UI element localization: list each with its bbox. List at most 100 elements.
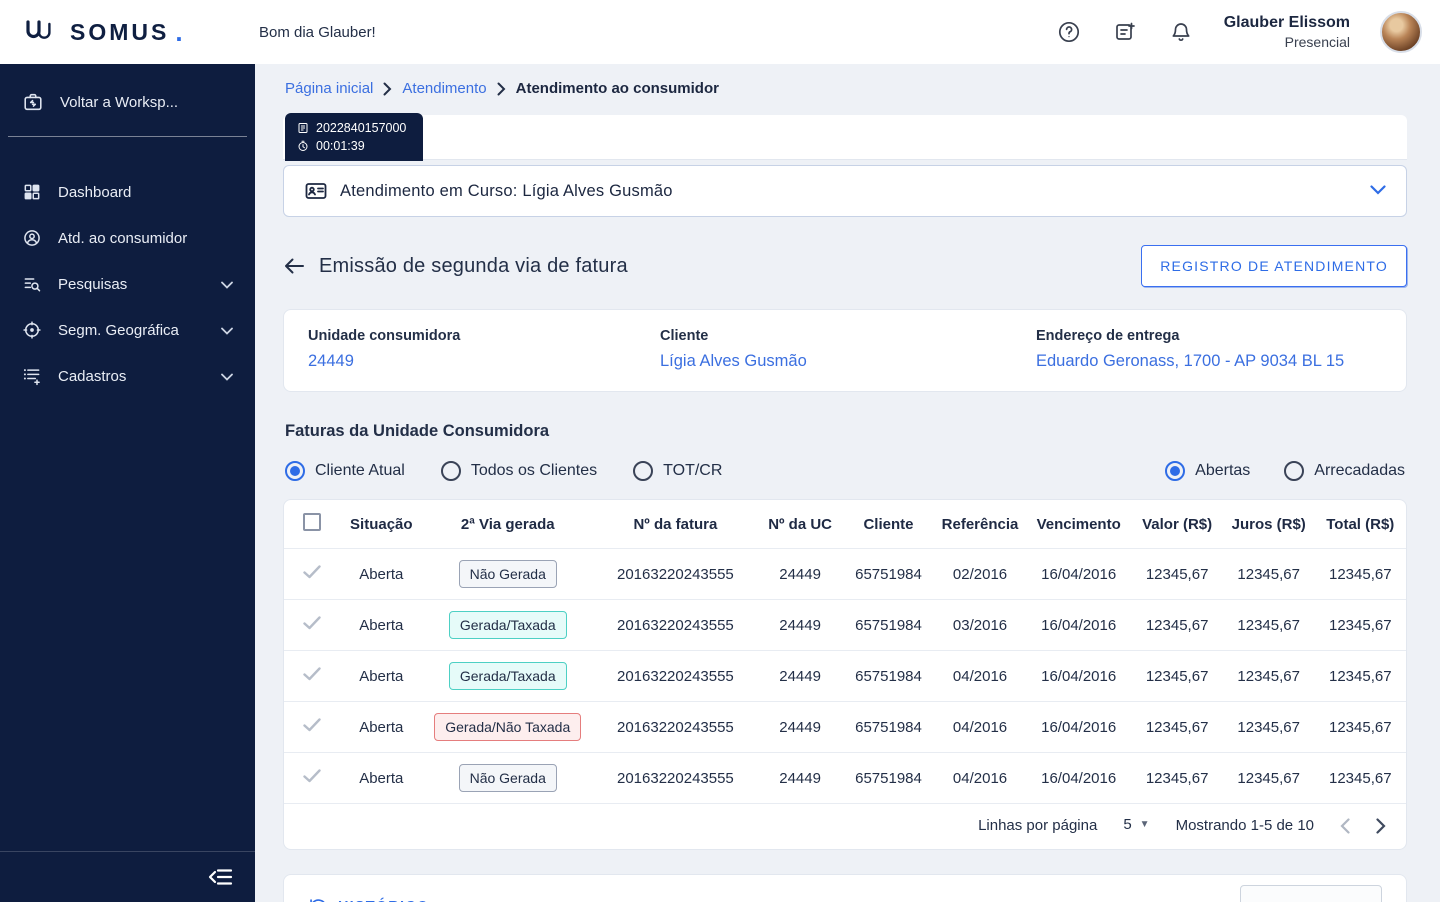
via-badge: Gerada/Taxada: [448, 611, 567, 639]
radio-abertas[interactable]: Abertas: [1165, 461, 1250, 481]
protocol-icon: [298, 123, 308, 134]
radio-cliente-atual[interactable]: Cliente Atual: [285, 461, 405, 481]
breadcrumb-link-pagina-inicial[interactable]: Página inicial: [285, 80, 373, 97]
row-check-icon[interactable]: [303, 718, 321, 732]
invoice-filters: Cliente Atual Todos os Clientes TOT/CR A…: [283, 461, 1407, 481]
column-header: Juros (R$): [1231, 515, 1306, 533]
cell-cliente: 65751984: [842, 752, 935, 803]
confirmar-button[interactable]: CONFIRMAR: [1240, 885, 1382, 902]
column-header: Valor (R$): [1142, 515, 1213, 533]
radio-button-icon[interactable]: [1284, 461, 1305, 481]
table-row[interactable]: Aberta Gerada/Taxada 20163220243555 2444…: [284, 650, 1406, 702]
radio-todos-os-clientes[interactable]: Todos os Clientes: [440, 461, 597, 481]
radio-button-icon[interactable]: [440, 461, 461, 481]
row-check-icon[interactable]: [303, 769, 321, 783]
cell-referencia: 03/2016: [934, 599, 1026, 651]
session-tab-bar: 2022840157000 00:01:39: [283, 113, 1407, 162]
cell-cliente: 65751984: [842, 650, 935, 702]
row-check-icon[interactable]: [303, 667, 321, 681]
logo-dot: .: [175, 16, 183, 47]
table-row[interactable]: Aberta Gerada/Taxada 20163220243555 2444…: [284, 599, 1406, 651]
back-arrow-icon[interactable]: [283, 257, 305, 275]
cell-uc: 24449: [757, 650, 843, 702]
cell-juros: 12345,67: [1222, 599, 1315, 651]
cell-vencimento: 16/04/2016: [1025, 599, 1132, 651]
caret-down-icon: ▼: [1139, 819, 1150, 830]
page-title: Emissão de segunda via de fatura: [319, 254, 628, 277]
cell-uc: 24449: [757, 548, 843, 600]
invoices-table: Situação 2ª Via gerada Nº da fatura Nº d…: [284, 500, 1406, 803]
row-check-icon[interactable]: [303, 616, 321, 630]
radio-button-icon[interactable]: [1165, 461, 1186, 481]
attendance-in-progress-bar[interactable]: Atendimento em Curso: Lígia Alves Gusmão: [283, 165, 1407, 217]
session-tab[interactable]: 2022840157000 00:01:39: [285, 113, 423, 162]
sidebar-item-cadastros[interactable]: Cadastros: [0, 353, 255, 399]
cell-total: 12345,67: [1314, 752, 1406, 803]
radio-label: Abertas: [1195, 462, 1251, 479]
somus-logo-icon: [26, 19, 62, 45]
radio-tot-cr[interactable]: TOT/CR: [633, 461, 722, 481]
info-label: Unidade consumidora: [308, 328, 461, 344]
cell-valor: 12345,67: [1131, 599, 1223, 651]
chevron-down-icon: [221, 276, 233, 293]
radio-button-icon[interactable]: [633, 461, 654, 481]
rows-per-page-select[interactable]: 5 ▼: [1123, 816, 1149, 835]
chevron-down-icon: [221, 368, 233, 385]
logo-text: SOMUS: [70, 18, 170, 45]
user-avatar[interactable]: [1380, 11, 1422, 53]
select-all-checkbox[interactable]: [303, 513, 322, 531]
help-icon[interactable]: [1056, 19, 1082, 45]
sidebar-item-atd-consumidor[interactable]: Atd. ao consumidor: [0, 215, 255, 261]
cell-valor: 12345,67: [1131, 650, 1223, 702]
cell-total: 12345,67: [1314, 548, 1406, 600]
column-header: Cliente: [863, 515, 914, 533]
info-field-endereco: Endereço de entrega Eduardo Geronass, 17…: [1036, 328, 1344, 371]
session-timer: 00:01:39: [316, 139, 365, 154]
sidebar-item-dashboard[interactable]: Dashboard: [0, 169, 255, 215]
cell-referencia: 04/2016: [934, 752, 1026, 803]
chevron-down-icon[interactable]: [1370, 182, 1386, 200]
radio-label: Arrecadadas: [1314, 462, 1405, 479]
table-row[interactable]: Aberta Gerada/Não Taxada 20163220243555 …: [284, 701, 1406, 753]
info-value: Lígia Alves Gusmão: [660, 352, 807, 370]
via-badge: Não Gerada: [458, 560, 557, 588]
radio-arrecadadas[interactable]: Arrecadadas: [1284, 461, 1405, 481]
cell-juros: 12345,67: [1222, 701, 1315, 753]
registro-atendimento-button[interactable]: REGISTRO DE ATENDIMENTO: [1141, 245, 1407, 287]
breadcrumb-separator-icon: [497, 82, 506, 96]
row-check-icon[interactable]: [303, 565, 321, 579]
column-header: Nº da fatura: [633, 515, 718, 533]
table-header-row: Situação 2ª Via gerada Nº da fatura Nº d…: [284, 500, 1406, 549]
cell-cliente: 65751984: [842, 548, 935, 600]
sidebar-item-segm-geografica[interactable]: Segm. Geográfica: [0, 307, 255, 353]
sidebar-item-label: Pesquisas: [58, 275, 128, 293]
new-note-icon[interactable]: [1112, 19, 1138, 45]
column-header: Vencimento: [1036, 515, 1121, 533]
collapse-sidebar-icon[interactable]: [207, 866, 233, 888]
sidebar-item-pesquisas[interactable]: Pesquisas: [0, 261, 255, 307]
user-status: Presencial: [1284, 34, 1350, 51]
app-logo[interactable]: SOMUS .: [0, 17, 255, 48]
attendance-label: Atendimento em Curso: Lígia Alves Gusmão: [340, 181, 673, 200]
previous-page-icon[interactable]: [1340, 817, 1350, 834]
cell-referencia: 02/2016: [934, 548, 1026, 600]
table-pagination: Linhas por página 5 ▼ Mostrando 1-5 de 1…: [284, 803, 1406, 849]
info-value: 24449: [308, 352, 354, 370]
cell-uc: 24449: [757, 599, 843, 651]
user-info[interactable]: Glauber Elissom Presencial: [1224, 13, 1350, 52]
rows-per-page-value: 5: [1123, 816, 1132, 833]
table-row[interactable]: Aberta Não Gerada 20163220243555 24449 6…: [284, 548, 1406, 600]
next-page-icon[interactable]: [1376, 817, 1386, 834]
radio-button-icon[interactable]: [285, 461, 305, 481]
table-row[interactable]: Aberta Não Gerada 20163220243555 24449 6…: [284, 752, 1406, 803]
notifications-bell-icon[interactable]: [1168, 19, 1194, 45]
cell-total: 12345,67: [1314, 701, 1406, 753]
historico-button[interactable]: HISTÓRICO: [308, 897, 429, 902]
cell-situacao: Aberta: [340, 548, 423, 600]
column-header: Nº da UC: [768, 515, 833, 533]
info-field-unidade-consumidora: Unidade consumidora 24449: [284, 328, 660, 371]
column-header: Total (R$): [1326, 515, 1395, 533]
breadcrumb-link-atendimento[interactable]: Atendimento: [402, 80, 486, 97]
main-content: Página inicial Atendimento Atendimento a…: [255, 64, 1440, 902]
sidebar-item-back-to-workspace[interactable]: Voltar a Worksp...: [0, 78, 255, 126]
